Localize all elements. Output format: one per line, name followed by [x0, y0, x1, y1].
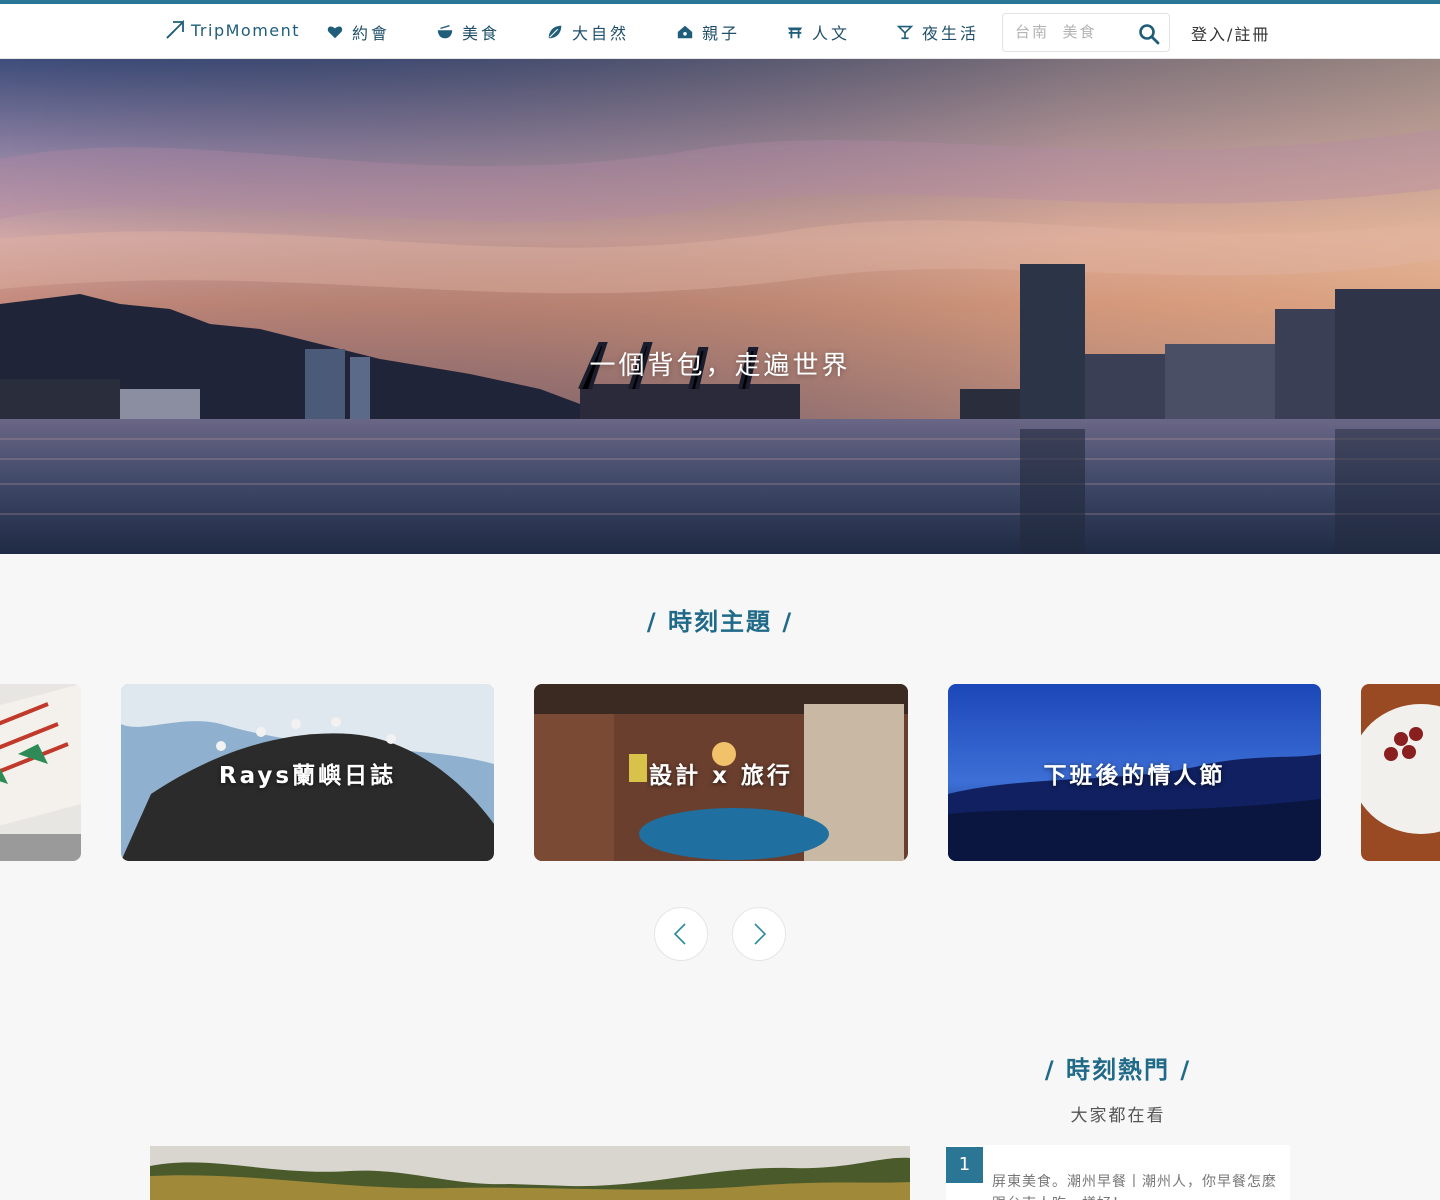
nav-item-family[interactable]: 親子	[676, 20, 740, 44]
hot-list-item[interactable]: 1 屏東美食。潮州早餐丨潮州人，你早餐怎麼跟台南人吃一樣好！	[946, 1145, 1290, 1200]
search-input[interactable]	[1015, 23, 1135, 41]
hero-title: 一個背包，走遍世界	[589, 351, 851, 381]
carousel-prev-button[interactable]	[654, 907, 708, 961]
theme-card-partial-left[interactable]	[0, 684, 81, 861]
logo-text: TripMoment	[191, 20, 301, 40]
bowl-icon	[437, 25, 453, 39]
site-header: TripMoment 約會 美食 大自然 親子 人文 夜生活 登入/註冊	[0, 4, 1440, 59]
hot-item-title: 屏東美食。潮州早餐丨潮州人，你早餐怎麼跟台南人吃一樣好！	[992, 1174, 1277, 1200]
carousel-next-button[interactable]	[732, 907, 786, 961]
featured-landscape-image	[150, 1146, 910, 1200]
theme-card-design-travel[interactable]: 設計 x 旅行	[534, 684, 908, 861]
theme-card-image	[1361, 684, 1440, 861]
temple-icon	[787, 27, 803, 39]
theme-card-partial-right[interactable]	[1361, 684, 1440, 861]
theme-card-valentine[interactable]: 下班後的情人節	[948, 684, 1321, 861]
nav-item-culture[interactable]: 人文	[786, 20, 850, 44]
hot-rank-badge: 1	[946, 1147, 983, 1183]
theme-card-lanyu[interactable]: Rays蘭嶼日誌	[121, 684, 494, 861]
site-logo[interactable]: TripMoment	[165, 20, 300, 40]
login-register-link[interactable]: 登入/註冊	[1191, 21, 1270, 45]
theme-carousel: Rays蘭嶼日誌 設計 x 旅行 下班後的情人節	[0, 684, 1440, 861]
nav-label: 大自然	[572, 24, 630, 43]
theme-card-label: 下班後的情人節	[1043, 763, 1226, 789]
theme-card-label: Rays蘭嶼日誌	[218, 763, 397, 789]
nav-label: 約會	[352, 24, 391, 43]
hero-harbor-image	[0, 59, 1440, 554]
leaf-icon	[548, 25, 562, 39]
paper-plane-icon	[166, 20, 184, 39]
hero-banner: 一個背包，走遍世界	[0, 59, 1440, 554]
search-box	[1002, 13, 1170, 52]
nav-label: 親子	[702, 24, 741, 43]
nav-item-date[interactable]: 約會	[326, 20, 390, 44]
nav-label: 夜生活	[922, 24, 980, 43]
chevron-right-icon	[754, 923, 767, 945]
nav-item-nature[interactable]: 大自然	[546, 20, 629, 44]
heart-icon	[327, 26, 343, 39]
hot-section-title: / 時刻熱門 /	[1044, 1056, 1192, 1084]
search-icon[interactable]	[1138, 23, 1160, 45]
nav-label: 美食	[462, 24, 501, 43]
chevron-left-icon	[673, 923, 686, 945]
cocktail-icon	[896, 25, 914, 40]
nav-label: 人文	[812, 24, 851, 43]
hot-section-subtitle: 大家都在看	[1070, 1106, 1166, 1126]
nav-item-food[interactable]: 美食	[436, 20, 500, 44]
theme-section-title: / 時刻主題 /	[646, 608, 794, 636]
nav-item-nightlife[interactable]: 夜生活	[896, 20, 979, 44]
theme-card-image	[0, 684, 81, 861]
featured-article-image[interactable]	[150, 1146, 910, 1200]
theme-card-label: 設計 x 旅行	[649, 763, 793, 789]
house-icon	[677, 25, 693, 39]
